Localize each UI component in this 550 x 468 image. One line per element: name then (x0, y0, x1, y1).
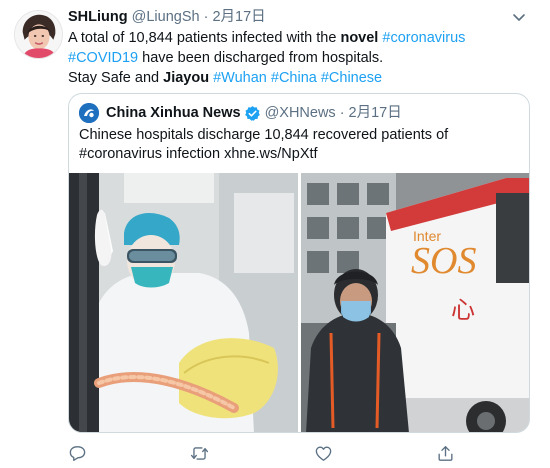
quoted-avatar (79, 103, 99, 123)
quoted-tweet[interactable]: China Xinhua News @XHNews · 2月17日 Chines… (68, 93, 530, 433)
media-photo-nurse[interactable] (69, 173, 298, 432)
hashtag-link[interactable]: #China (271, 70, 317, 86)
svg-text:心: 心 (451, 296, 475, 324)
hashtag-link[interactable]: #Wuhan (213, 70, 267, 86)
hashtag-link[interactable]: #coronavirus (382, 30, 465, 46)
avatar[interactable] (14, 10, 63, 59)
author-name[interactable]: SHLiung (68, 9, 128, 25)
text-run: A total of 10,844 patients infected with… (68, 30, 341, 46)
quoted-author-handle: @XHNews (264, 105, 336, 121)
tweet-text-line-3: Stay Safe and Jiayou #Wuhan #China #Chin… (68, 68, 528, 88)
reply-icon[interactable] (68, 444, 88, 464)
quoted-text-line-2: #coronavirus infection xhne.ws/NpXtf (79, 146, 318, 162)
quoted-text-line-1: Chinese hospitals discharge 10,844 recov… (79, 127, 449, 143)
quoted-author-name: China Xinhua News (106, 105, 241, 121)
quoted-media[interactable]: SOS Inter 心 (69, 173, 529, 432)
tweet-date[interactable]: 2月17日 (212, 9, 265, 25)
text-run-bold: Jiayou (163, 70, 210, 86)
quoted-text: Chinese hospitals discharge 10,844 recov… (79, 126, 519, 164)
tweet-text-line-1: A total of 10,844 patients infected with… (68, 28, 528, 48)
retweet-icon[interactable] (190, 444, 210, 464)
chevron-down-icon[interactable] (510, 8, 528, 26)
tweet-text: A total of 10,844 patients infected with… (68, 28, 528, 88)
tweet-actions (68, 444, 538, 464)
like-icon[interactable] (314, 444, 334, 464)
hashtag-link[interactable]: #Chinese (321, 70, 382, 86)
share-icon[interactable] (436, 444, 456, 464)
author-handle[interactable]: @LiungSh (132, 9, 200, 25)
separator: · (339, 105, 345, 121)
verified-badge-icon (244, 105, 261, 122)
hashtag-link[interactable]: #COVID19 (68, 50, 138, 66)
tweet-header: SHLiung @LiungSh · 2月17日 (68, 8, 266, 26)
tweet[interactable]: SHLiung @LiungSh · 2月17日 A total of 10,8… (0, 0, 550, 468)
media-photo-patient[interactable]: SOS Inter 心 (301, 173, 529, 432)
quoted-header: China Xinhua News @XHNews · 2月17日 (79, 103, 402, 123)
separator: · (203, 9, 209, 25)
text-run: have been discharged from hospitals. (138, 50, 384, 66)
text-run-bold: novel (340, 30, 379, 46)
ambulance-label-top: Inter (413, 228, 441, 244)
text-run: Stay Safe and (68, 70, 164, 86)
ambulance-label: SOS (411, 240, 476, 282)
quoted-date: 2月17日 (348, 105, 402, 121)
tweet-text-line-2: #COVID19 have been discharged from hospi… (68, 48, 528, 68)
